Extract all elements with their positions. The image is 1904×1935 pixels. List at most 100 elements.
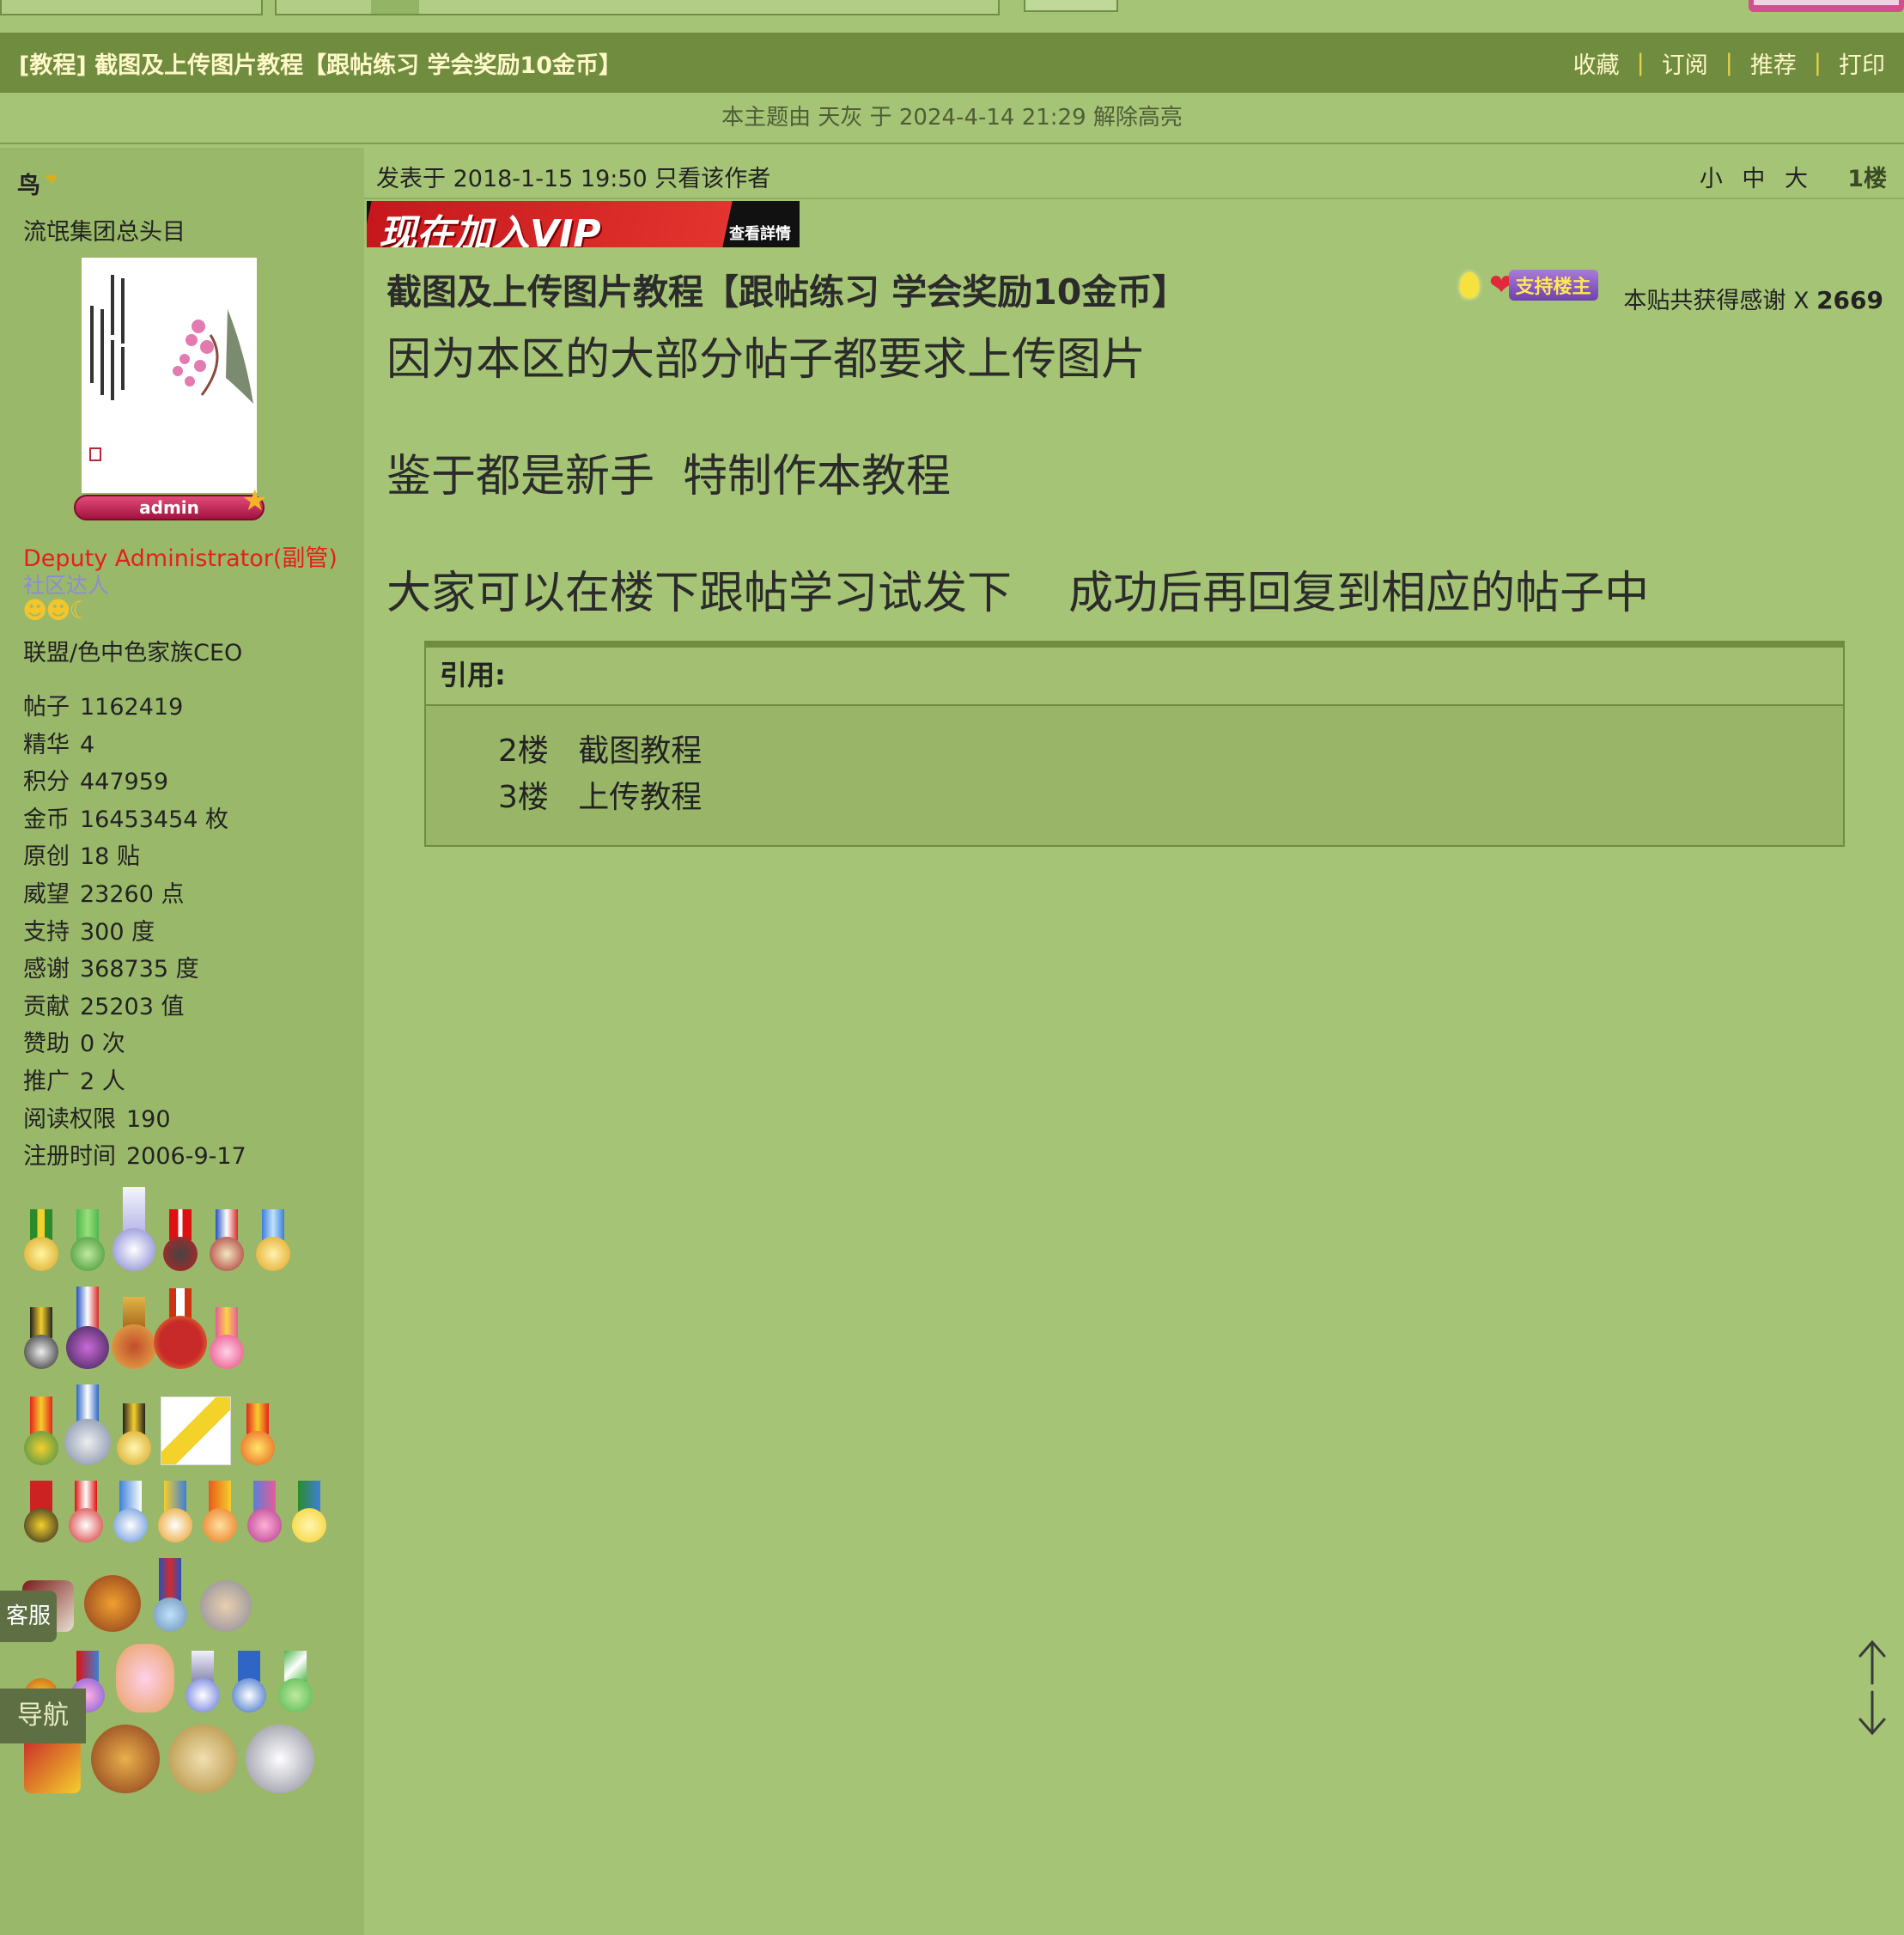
medal-icon[interactable] (198, 1580, 254, 1632)
font-large-button[interactable]: 大 (1785, 166, 1808, 192)
support-badge[interactable]: ❤ 支持楼主 (1460, 268, 1598, 302)
medal-icon[interactable] (66, 1287, 109, 1369)
medal-icon[interactable] (168, 1725, 237, 1793)
stat-value: 300 度 (80, 918, 155, 946)
medal-icon[interactable] (154, 1288, 207, 1369)
medal-icon[interactable] (22, 1737, 82, 1793)
font-medium-button[interactable]: 中 (1742, 166, 1765, 192)
stat-label: 注册时间 (23, 1143, 116, 1171)
subscribe-link[interactable]: 订阅 (1645, 46, 1725, 80)
user-rank: 社区达人 (23, 573, 110, 598)
customer-service-button[interactable]: 客服 (0, 1591, 57, 1642)
star-icon: ★ (241, 484, 268, 518)
medal-icon[interactable] (112, 1297, 156, 1369)
medal-icon[interactable] (290, 1481, 328, 1543)
separator: | (1636, 49, 1645, 76)
medal-icon[interactable] (239, 1403, 277, 1465)
medal-icon[interactable] (115, 1644, 175, 1713)
medal-icon[interactable] (246, 1481, 283, 1543)
stat-value: 0 次 (80, 1031, 125, 1058)
floor-number[interactable]: 1楼 (1847, 160, 1887, 193)
stat-row: 金币 16453454 枚 (23, 801, 246, 839)
post-body-line: 鉴于都是新手 特制作本教程 (386, 451, 952, 502)
medal-icon[interactable] (115, 1403, 153, 1465)
thanks-count-value: 2669 (1816, 286, 1883, 314)
role-badge: admin ★ (74, 486, 268, 520)
medal-icon[interactable] (91, 1725, 160, 1793)
author-custom-title: 流氓集团总头目 (23, 219, 186, 246)
medal-icon[interactable] (277, 1651, 314, 1713)
medal-icon[interactable] (230, 1651, 268, 1713)
separator: | (1725, 49, 1733, 76)
medal-icon[interactable] (161, 1209, 199, 1271)
reply-button[interactable] (1749, 0, 1904, 12)
stat-row: 贡献 25203 值 (23, 989, 246, 1026)
stat-label: 原创 (23, 843, 70, 871)
font-small-button[interactable]: 小 (1700, 166, 1723, 192)
medal-icon[interactable] (254, 1209, 292, 1271)
stat-row: 阅读权限 190 (23, 1101, 246, 1139)
medal-icon[interactable] (246, 1725, 314, 1793)
stat-value: 23260 点 (80, 880, 185, 908)
prev-next-nav[interactable] (0, 0, 263, 15)
medal-icon[interactable] (112, 1481, 149, 1543)
level-icons: ☻☻☾ (22, 596, 91, 624)
quote-body: 2楼 截图教程 3楼 上传教程 (426, 706, 1843, 821)
stat-row: 推广 2 人 (23, 1063, 246, 1101)
stat-value: 18 贴 (80, 843, 140, 871)
recommend-link[interactable]: 推荐 (1733, 46, 1814, 80)
thread-title: [教程] 截图及上传图片教程【跟帖练习 学会奖励10金币】 (19, 52, 623, 79)
stat-row: 精华 4 (23, 727, 246, 764)
avatar[interactable] (82, 258, 257, 493)
medal-icon[interactable] (208, 1307, 246, 1369)
stat-label: 感谢 (23, 956, 70, 983)
favorite-link[interactable]: 收藏 (1556, 46, 1637, 80)
medal-icon[interactable] (201, 1481, 239, 1543)
stat-label: 金币 (23, 806, 70, 833)
moderation-notice: 本主题由 天灰 于 2024-4-14 21:29 解除高亮 (0, 93, 1904, 144)
post-date[interactable]: 发表于 2018-1-15 19:50 只看该作者 (376, 160, 770, 193)
current-page-indicator (371, 0, 419, 14)
medal-icon[interactable] (82, 1575, 143, 1632)
stat-label: 积分 (23, 769, 70, 796)
author-affiliation: 联盟/色中色家族CEO (23, 640, 243, 666)
medal-icon[interactable] (22, 1481, 60, 1543)
medal-icon[interactable] (22, 1396, 60, 1465)
medal-icon[interactable] (22, 1307, 60, 1369)
sun-icon: ☻ (22, 596, 47, 624)
navigation-button[interactable]: 导航 (0, 1689, 86, 1743)
chevron-down-icon[interactable] (45, 175, 58, 184)
medal-icon[interactable] (151, 1558, 189, 1632)
medal-icon[interactable] (208, 1209, 246, 1271)
medal-icon[interactable] (113, 1187, 155, 1271)
author-name[interactable]: 鸟 (17, 167, 40, 200)
post-title: 截图及上传图片教程【跟帖练习 学会奖励10金币】 (386, 271, 1188, 313)
medal-icon[interactable] (67, 1481, 105, 1543)
lightbulb-icon (1460, 272, 1479, 298)
stat-row: 感谢 368735 度 (23, 951, 246, 989)
stat-row: 帖子 1162419 (23, 689, 246, 727)
vip-banner[interactable]: 现在加入VIP 查看詳情 (367, 201, 800, 247)
stat-value: 2 人 (80, 1068, 125, 1095)
support-tag: 支持楼主 (1508, 270, 1598, 301)
vip-banner-subtext: 查看詳情 (729, 225, 791, 243)
author-stats: 帖子 1162419 精华 4 积分 447959 金币 16453454 枚 原创 18… (23, 689, 246, 1176)
medal-icon[interactable] (184, 1651, 222, 1713)
post-meta-bar: 发表于 2018-1-15 19:50 只看该作者 小 中 大 1楼 (364, 149, 1904, 199)
medal-icon[interactable] (69, 1209, 106, 1271)
stat-label: 帖子 (23, 694, 70, 721)
medal-icon[interactable] (161, 1396, 231, 1465)
print-link[interactable]: 打印 (1822, 46, 1885, 80)
moon-icon: ☾ (69, 596, 90, 624)
post-body-line: 大家可以在楼下跟帖学习试发下 成功后再回复到相应的帖子中 (386, 568, 1650, 619)
thread-title-bar: [教程] 截图及上传图片教程【跟帖练习 学会奖励10金币】 收藏 | 订阅 | 推荐… (0, 33, 1904, 93)
medal-icon[interactable] (156, 1481, 194, 1543)
separator: | (1813, 49, 1822, 76)
goto-page-input[interactable] (1024, 0, 1118, 12)
medal-icon[interactable] (22, 1209, 60, 1271)
medal-icon[interactable] (64, 1384, 111, 1465)
thread-actions: 收藏 | 订阅 | 推荐 | 打印 (1556, 46, 1885, 80)
quote-block: 引用: 2楼 截图教程 3楼 上传教程 (424, 641, 1845, 847)
stat-label: 支持 (23, 918, 70, 946)
scroll-top-bottom-icon[interactable] (1855, 1639, 1889, 1737)
